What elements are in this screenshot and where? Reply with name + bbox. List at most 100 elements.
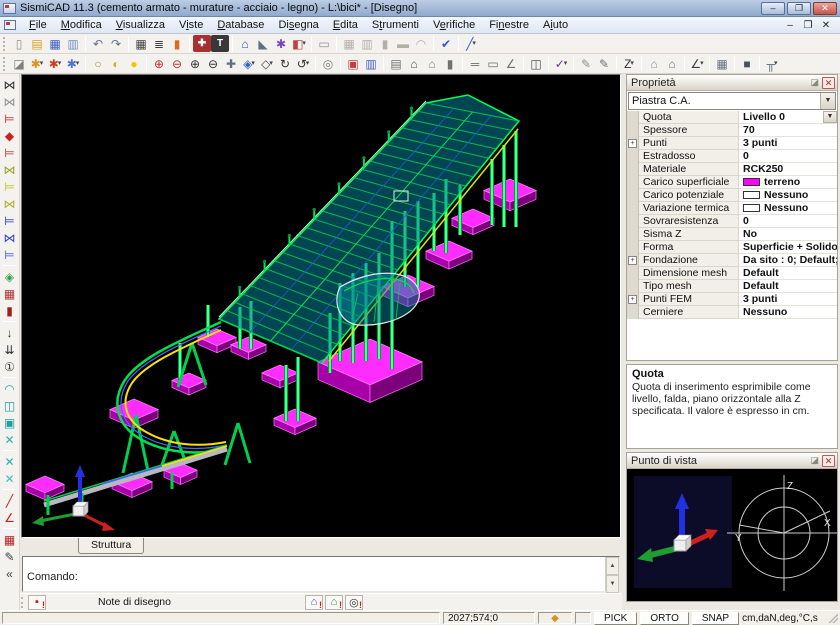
mdi-restore-button[interactable]: ❐ (802, 20, 814, 31)
property-row-carico-potenziale[interactable]: Carico potenzialeNessuno (627, 189, 837, 202)
property-row-spessore[interactable]: Spessore70 (627, 124, 837, 137)
beam-icon[interactable]: ═ (466, 55, 484, 72)
axes-icon[interactable]: ✱ (272, 35, 290, 52)
pencil2-icon[interactable]: ✎ (595, 55, 613, 72)
levels-icon[interactable]: ≣ (150, 35, 168, 52)
frame-teal-icon[interactable]: ▣ (1, 414, 18, 431)
window-frame-icon[interactable]: ◫ (527, 55, 545, 72)
note-error-icon[interactable]: ▪! (28, 595, 46, 610)
viewpoint-view[interactable]: Z X Y (627, 469, 837, 601)
house-3d-icon[interactable]: ⌂ (236, 35, 254, 52)
property-row-estradosso[interactable]: Estradosso0 (627, 150, 837, 163)
select-elements-icon[interactable]: ◣ (254, 35, 272, 52)
menu-disegna[interactable]: Disegna (271, 18, 325, 32)
star-blue-icon[interactable]: ✱▾ (64, 55, 82, 72)
draw-line-icon[interactable]: ╱▾ (462, 35, 480, 52)
red-grid-icon[interactable]: ✚ (193, 35, 211, 52)
property-value[interactable]: 0 (739, 150, 837, 163)
property-row-tipo-mesh[interactable]: Tipo meshDefault (627, 280, 837, 293)
faces-select-icon[interactable]: ◪ (10, 55, 28, 72)
x-teal-icon[interactable]: ✕ (1, 431, 18, 448)
roof-icon[interactable]: ⌂ (423, 55, 441, 72)
verify-icon[interactable]: ✓▾ (552, 55, 570, 72)
pin-icon[interactable]: ◪ (810, 77, 819, 88)
property-row-sovraresistenza[interactable]: Sovraresistenza0 (627, 215, 837, 228)
property-value[interactable]: Livello 0▼ (739, 111, 837, 124)
beam-red-icon[interactable]: ⊨ (1, 110, 18, 127)
frame-icon[interactable]: ▭ (315, 35, 333, 52)
menu-visualizza[interactable]: Visualizza (109, 18, 172, 32)
wire-view-icon[interactable]: ◇▾ (258, 55, 276, 72)
ruler-icon[interactable]: ▭ (484, 55, 502, 72)
snap-toggle[interactable]: SNAP (692, 612, 739, 625)
new-star-icon[interactable]: ✱▾ (28, 55, 46, 72)
orbit-view-icon[interactable]: ↺▾ (294, 55, 312, 72)
property-value[interactable]: 0 (739, 215, 837, 228)
property-value[interactable]: Default (739, 280, 837, 293)
slope-icon[interactable]: ∠ (502, 55, 520, 72)
table-gray-icon[interactable]: ▦ (340, 35, 358, 52)
resize-grip[interactable] (828, 613, 838, 623)
property-value[interactable]: 3 punti (739, 137, 837, 150)
property-value[interactable]: Nessuno (739, 189, 837, 202)
panel-close-icon[interactable]: ✕ (822, 455, 835, 467)
x-text-icon[interactable]: ✕ (1, 453, 18, 470)
property-row-cerniere[interactable]: CerniereNessuno (627, 306, 837, 319)
collapse-icon[interactable]: « (1, 565, 18, 582)
property-value[interactable]: Default (739, 267, 837, 280)
arc-gray-icon[interactable]: ◠ (412, 35, 430, 52)
pick-toggle[interactable]: PICK (594, 612, 637, 625)
house-iso2-icon[interactable]: ⌂ (663, 55, 681, 72)
menu-aiuto[interactable]: Aiuto (536, 18, 575, 32)
toolbar-grip[interactable] (3, 37, 7, 51)
dome-icon[interactable]: ◠ (1, 380, 18, 397)
column-3d-icon[interactable]: ▮ (1, 302, 18, 319)
arrows-down-icon[interactable]: ⇊ (1, 341, 18, 358)
chevron-down-icon[interactable]: ▼ (823, 111, 837, 123)
chevron-down-icon[interactable]: ▼ (820, 93, 835, 109)
property-row-forma[interactable]: FormaSuperficie + Solido (627, 241, 837, 254)
check-icon[interactable]: ✔ (437, 35, 455, 52)
cube-dark-icon[interactable]: ■ (738, 55, 756, 72)
frame-one-icon[interactable]: ① (1, 358, 18, 375)
pan-icon[interactable]: ✚ (222, 55, 240, 72)
menu-file[interactable]: File (22, 18, 54, 32)
wall-icon[interactable]: ▤ (387, 55, 405, 72)
orto-toggle[interactable]: ORTO (640, 612, 689, 625)
beam-red2-icon[interactable]: ⊨ (1, 144, 18, 161)
property-row-fondazione[interactable]: +FondazioneDa sito : 0; Default; De (627, 254, 837, 267)
tab-struttura[interactable]: Struttura (78, 538, 144, 554)
line-red-icon[interactable]: ╱ (1, 492, 18, 509)
property-value[interactable]: terreno (739, 176, 837, 189)
zoom-out-icon[interactable]: ⊖ (204, 55, 222, 72)
panel-close-icon[interactable]: ✕ (822, 77, 835, 89)
text-icon[interactable]: T (211, 35, 229, 52)
menu-viste[interactable]: Viste (172, 18, 210, 32)
expand-icon[interactable]: + (628, 139, 637, 148)
import-icon[interactable]: ▥ (64, 35, 82, 52)
property-row-sisma-z[interactable]: Sisma ZNo (627, 228, 837, 241)
zoom-window-icon[interactable]: ⊕ (150, 55, 168, 72)
property-value[interactable]: Nessuno (739, 202, 837, 215)
support-gray-icon[interactable]: ⋈ (1, 93, 18, 110)
mdi-close-button[interactable]: ✕ (820, 20, 832, 31)
menu-strumenti[interactable]: Strumenti (365, 18, 426, 32)
menu-edita[interactable]: Edita (326, 18, 365, 32)
lamp-off-icon[interactable]: ○ (89, 55, 107, 72)
screen-icon[interactable]: ▣ (344, 55, 362, 72)
pencil-icon[interactable]: ✎ (577, 55, 595, 72)
thermometer-icon[interactable]: ▮ (168, 35, 186, 52)
property-row-punti-fem[interactable]: +Punti FEM3 punti (627, 293, 837, 306)
support-fixed-icon[interactable]: ⋈ (1, 76, 18, 93)
save-red-icon[interactable]: ▦ (1, 531, 18, 548)
note-model-icon[interactable]: ⌂! (305, 595, 323, 610)
table-3d-icon[interactable]: ▦ (1, 285, 18, 302)
house-icon[interactable]: ⌂ (405, 55, 423, 72)
window-teal-icon[interactable]: ◫ (1, 397, 18, 414)
zoom-previous-icon[interactable]: ⊖ (168, 55, 186, 72)
pin-icon[interactable]: ◪ (810, 455, 819, 466)
command-input[interactable]: Comando: (23, 557, 605, 591)
open-icon[interactable]: ▤ (28, 35, 46, 52)
save-icon[interactable]: ▦ (46, 35, 64, 52)
note-check-icon[interactable]: ⌂! (325, 595, 343, 610)
